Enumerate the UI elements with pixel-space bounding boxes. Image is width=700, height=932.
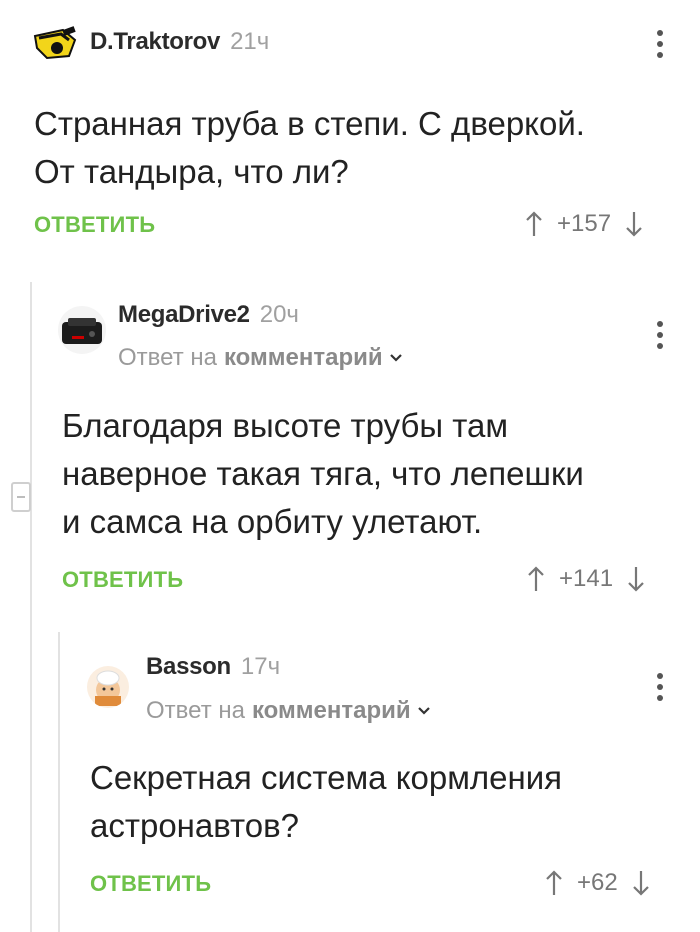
reply-to-link[interactable]: комментарий xyxy=(224,344,383,372)
comment-text-line: Благодаря высоте трубы там xyxy=(62,407,509,444)
avatar-megadrive2[interactable] xyxy=(58,306,106,354)
reply-to-link[interactable]: комментарий xyxy=(252,697,411,725)
comment-text-line: Странная труба в степи. С дверкой. xyxy=(34,105,585,142)
reply-to-prefix: Ответ на xyxy=(146,697,245,724)
reply-button[interactable]: ОТВЕТИТЬ xyxy=(62,567,183,593)
comment-text: Благодаря высоте трубы там наверное така… xyxy=(62,402,682,546)
vote-bar: +157 xyxy=(525,210,643,238)
more-options-button[interactable] xyxy=(657,673,665,706)
more-options-icon xyxy=(657,321,663,327)
comment-text-line: астронавтов? xyxy=(90,807,300,844)
vote-score: +141 xyxy=(559,565,614,592)
reply-to-line: Ответ на комментарий xyxy=(146,697,431,725)
comment-text-line: и самса на орбиту улетают. xyxy=(62,503,483,540)
tractor-avatar-icon xyxy=(33,26,77,60)
comment-text-line: От тандыра, что ли? xyxy=(34,153,349,190)
comment-text-line: Секретная система кормления xyxy=(90,759,563,796)
thread-line-level-1 xyxy=(30,282,32,932)
vote-bar: +141 xyxy=(527,565,645,593)
reply-button[interactable]: ОТВЕТИТЬ xyxy=(34,212,155,238)
more-options-icon xyxy=(657,673,663,679)
reply-to-prefix: Ответ на xyxy=(118,344,217,371)
upvote-arrow-icon[interactable] xyxy=(545,869,563,897)
downvote-arrow-icon[interactable] xyxy=(625,210,643,238)
more-options-button[interactable] xyxy=(657,321,665,354)
reply-button[interactable]: ОТВЕТИТЬ xyxy=(90,871,211,897)
downvote-arrow-icon[interactable] xyxy=(627,565,645,593)
comment-time: 21ч xyxy=(230,28,270,55)
upvote-arrow-icon[interactable] xyxy=(525,210,543,238)
comment-author[interactable]: Basson xyxy=(146,653,231,681)
upvote-arrow-icon[interactable] xyxy=(527,565,545,593)
comment-text: Странная труба в степи. С дверкой. От та… xyxy=(34,100,674,196)
vote-score: +157 xyxy=(557,210,612,237)
vote-score: +62 xyxy=(577,869,618,896)
reply-to-line: Ответ на комментарий xyxy=(118,344,403,372)
comment-author[interactable]: MegaDrive2 xyxy=(118,301,250,329)
comment-author[interactable]: D.Traktorov xyxy=(90,28,220,56)
chef-avatar-icon xyxy=(95,670,121,706)
console-avatar-icon xyxy=(62,318,102,344)
collapse-thread-button[interactable] xyxy=(11,482,31,512)
more-options-icon xyxy=(657,30,663,36)
thread-line-level-2 xyxy=(58,632,60,932)
avatar-d-traktorov[interactable] xyxy=(33,26,77,62)
comment-time: 17ч xyxy=(240,653,281,680)
more-options-button[interactable] xyxy=(657,30,665,63)
avatar-basson[interactable] xyxy=(87,666,129,708)
collapse-thread-icon xyxy=(17,496,25,498)
comment-time: 20ч xyxy=(259,301,299,328)
comment-text: Секретная система кормления астронавтов? xyxy=(90,754,680,850)
comment-text-line: наверное такая тяга, что лепешки xyxy=(62,455,584,492)
chevron-down-icon[interactable] xyxy=(389,353,403,363)
vote-bar: +62 xyxy=(545,869,650,897)
downvote-arrow-icon[interactable] xyxy=(632,869,650,897)
chevron-down-icon[interactable] xyxy=(417,706,431,716)
